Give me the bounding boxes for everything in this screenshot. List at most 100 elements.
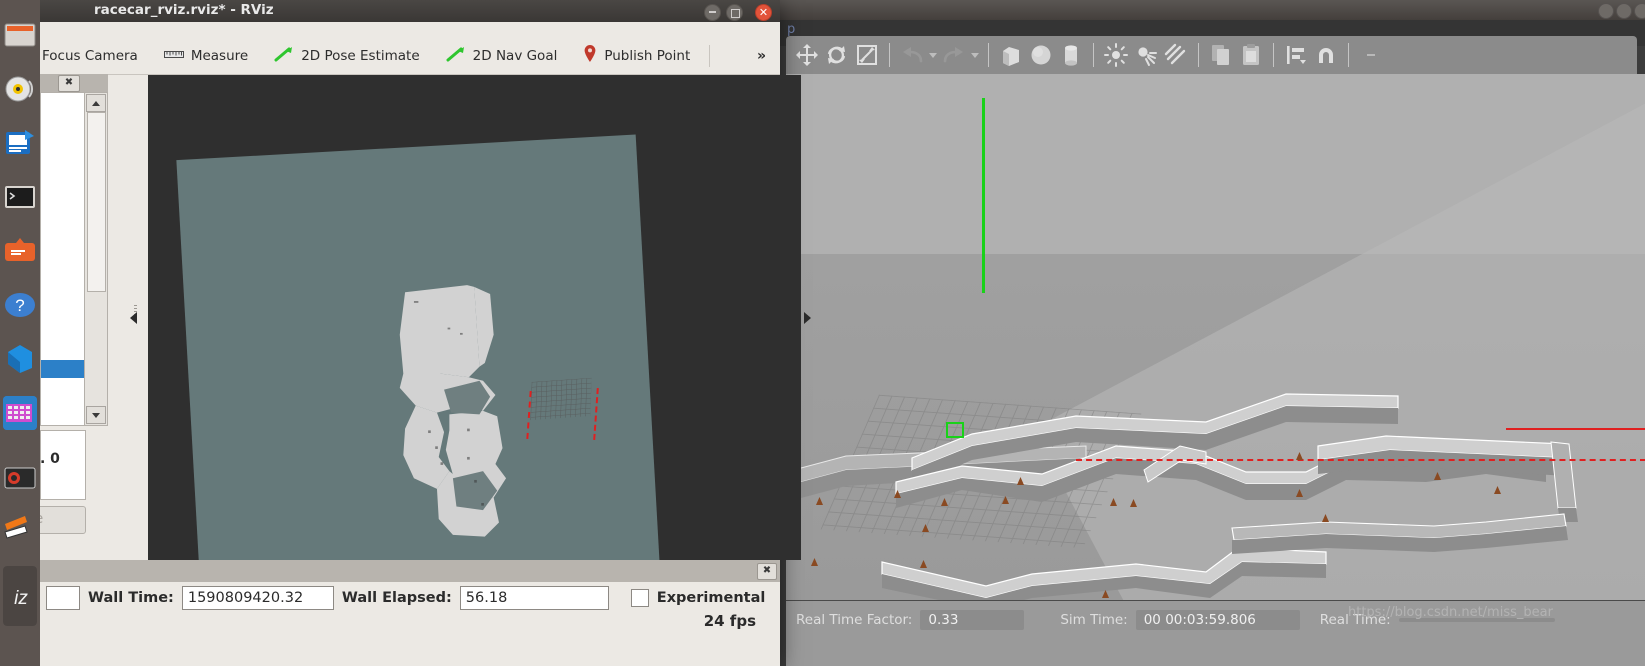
gazebo-toolbar[interactable] (786, 36, 1637, 74)
panel-action-button[interactable]: me (36, 506, 86, 534)
watermark-text: https://blog.csdn.net/miss_bear (1348, 605, 1553, 620)
toolbar-separator (1348, 43, 1349, 67)
rviz-window: racecar_rviz.rviz* - RViz ✕ Focus Camera… (19, 0, 811, 666)
unity-launcher[interactable]: ? iz (0, 0, 40, 666)
scene-axis-x-dashed (1076, 459, 1645, 461)
rviz-costmap-grid (530, 377, 592, 421)
splitter-expand-icon[interactable] (804, 312, 811, 324)
help-icon[interactable]: ? (3, 288, 37, 322)
cylinder-icon[interactable] (1056, 40, 1086, 70)
displays-scrollbar[interactable] (84, 92, 108, 426)
rviz-bottom-bar: ✖ (40, 560, 780, 582)
gazebo-icon[interactable] (3, 396, 37, 430)
recorder-icon[interactable] (3, 460, 37, 494)
rhythmbox-icon[interactable] (3, 72, 37, 106)
panel-splitter-right[interactable] (800, 80, 816, 560)
scene-origin-marker (946, 422, 964, 438)
ruler-icon (163, 48, 184, 64)
spot-light-icon[interactable] (1131, 40, 1161, 70)
directional-light-icon[interactable] (1161, 40, 1191, 70)
panel-info-box: nts. 0 (40, 430, 86, 500)
toolbar-label: Focus Camera (42, 48, 138, 64)
ubuntu-software-icon[interactable] (3, 234, 37, 268)
scroll-up-icon[interactable] (86, 94, 106, 112)
experimental-checkbox[interactable] (630, 589, 649, 607)
wall-elapsed-value[interactable]: 56.18 (459, 586, 609, 610)
rtf-value: 0.33 (920, 610, 1025, 630)
rviz-maximize-button[interactable] (726, 4, 743, 21)
panel-info-text: nts. 0 (40, 451, 60, 467)
rtf-label: Real Time Factor: (796, 612, 913, 628)
copy-icon[interactable] (1206, 40, 1236, 70)
scroll-down-icon[interactable] (86, 406, 106, 424)
toolbar-overflow-button[interactable]: » (743, 48, 780, 64)
toolbar-separator (1198, 43, 1199, 67)
rviz-displays-panel[interactable]: ✖ nts. 0 me (36, 74, 108, 566)
toolbar-separator (1093, 43, 1094, 67)
vscode-icon[interactable] (3, 342, 37, 376)
gazebo-minimize-button[interactable] (1598, 3, 1614, 19)
gazebo-3d-scene[interactable] (786, 74, 1645, 600)
rviz-titlebar[interactable]: racecar_rviz.rviz* - RViz ✕ (40, 0, 780, 22)
experimental-checkbox-group[interactable]: Experimental (630, 589, 766, 607)
wall-time-value[interactable]: 1590809420.32 (181, 586, 334, 610)
terminal-icon[interactable] (3, 180, 37, 214)
rviz-menubar[interactable] (40, 22, 780, 38)
rviz-minimize-button[interactable] (704, 4, 721, 21)
toolbar-separator (1273, 43, 1274, 67)
sphere-icon[interactable] (1026, 40, 1056, 70)
toolbar-measure[interactable]: Measure (151, 38, 261, 74)
toolbar-2d-pose-estimate[interactable]: 2D Pose Estimate (261, 38, 432, 74)
panel-splitter-left[interactable] (130, 80, 146, 560)
rotate-icon[interactable] (822, 40, 852, 70)
toolbar-label: Measure (190, 48, 249, 64)
wall-elapsed-label: Wall Elapsed: (341, 590, 452, 606)
undo-icon[interactable] (897, 40, 927, 70)
redo-dropdown-icon[interactable] (969, 40, 981, 70)
toolbar-separator (709, 45, 711, 67)
displays-tree[interactable] (40, 92, 85, 426)
toolbar-separator (889, 43, 890, 67)
undo-dropdown-icon[interactable] (927, 40, 939, 70)
gazebo-maximize-button[interactable] (1616, 3, 1632, 19)
toolbar-label: 2D Pose Estimate (301, 48, 420, 64)
screen: p Real Time Factor: 0.33 Sim Time: 00 00… (0, 0, 1645, 666)
gazebo-menu-help[interactable]: p (787, 22, 795, 37)
green-arrow-icon (446, 46, 466, 66)
green-arrow-icon (274, 46, 294, 66)
toolbar-publish-point[interactable]: Publish Point (570, 38, 703, 74)
translate-icon[interactable] (792, 40, 822, 70)
files-icon[interactable] (3, 18, 37, 52)
rviz-icon[interactable]: iz (3, 566, 37, 626)
scene-axis-x-solid (1506, 428, 1645, 430)
toolbar-separator (988, 43, 989, 67)
fps-counter: 24 fps (703, 612, 756, 630)
experimental-label: Experimental (656, 590, 766, 606)
scrollbar-thumb[interactable] (87, 112, 106, 292)
rviz-3d-render-view[interactable] (148, 75, 801, 560)
libreoffice-impress-icon[interactable] (3, 126, 37, 160)
box-icon[interactable] (996, 40, 1026, 70)
rviz-toolbar[interactable]: Focus Camera Measure 2D Pose Estimate 2D… (19, 38, 780, 75)
svg-text:iz: iz (14, 588, 28, 609)
point-light-icon[interactable] (1101, 40, 1131, 70)
splitter-collapse-icon[interactable] (130, 312, 137, 324)
rviz-status-row: Wall Time: 1590809420.32 Wall Elapsed: 5… (40, 582, 786, 614)
toolbar-2d-nav-goal[interactable]: 2D Nav Goal (433, 38, 571, 74)
wall-time-label: Wall Time: (88, 590, 174, 606)
scene-maze-walls (786, 393, 1578, 600)
redo-icon[interactable] (939, 40, 969, 70)
status-left-field[interactable] (46, 586, 80, 610)
gazebo-close-button[interactable] (1634, 3, 1645, 19)
vlc-icon[interactable] (3, 510, 37, 544)
bottom-panel-close-icon[interactable]: ✖ (757, 563, 777, 580)
rviz-close-button[interactable]: ✕ (755, 4, 772, 21)
displays-tree-selected-row[interactable] (41, 360, 84, 378)
panel-close-icon[interactable]: ✖ (58, 75, 80, 92)
more-tools-icon[interactable] (1356, 40, 1386, 70)
paste-icon[interactable] (1236, 40, 1266, 70)
align-icon[interactable] (1281, 40, 1311, 70)
snap-icon[interactable] (1311, 40, 1341, 70)
scale-icon[interactable] (852, 40, 882, 70)
map-pin-icon (583, 45, 597, 67)
